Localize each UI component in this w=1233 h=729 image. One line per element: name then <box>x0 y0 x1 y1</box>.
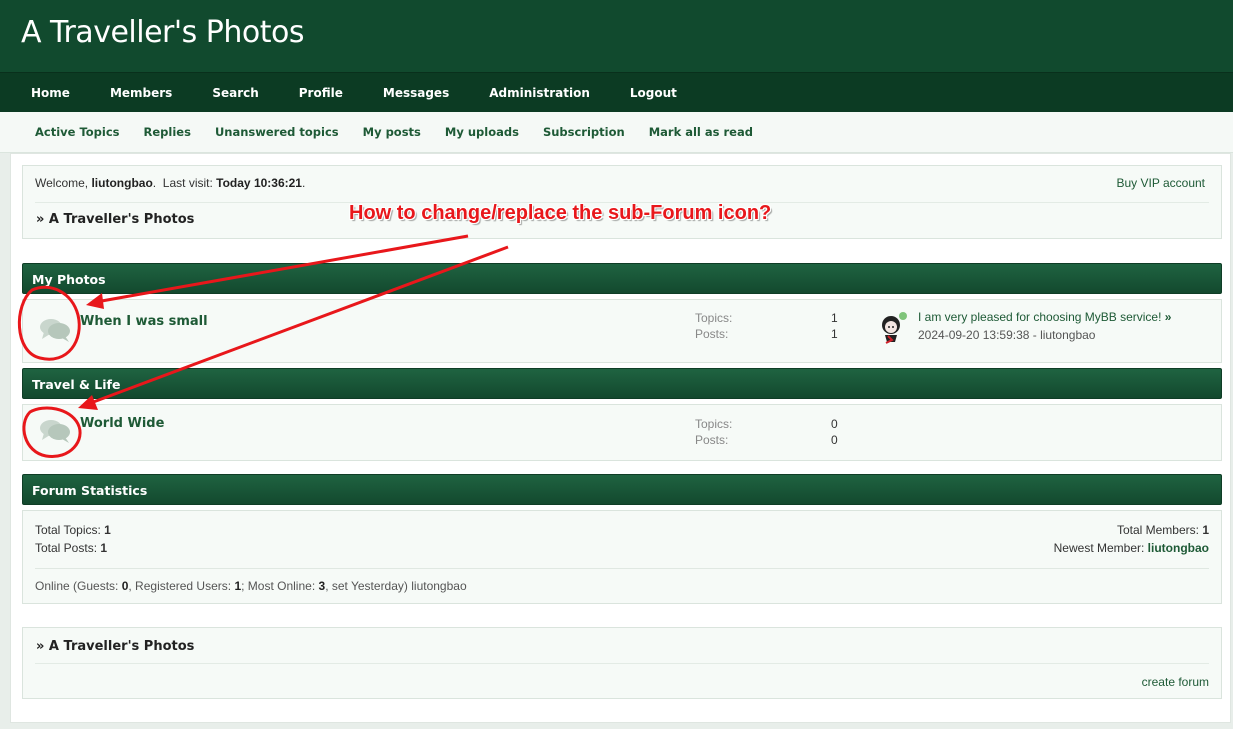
topics-label: Topics: <box>695 311 733 325</box>
main-nav: Home Members Search Profile Messages Adm… <box>0 72 1233 112</box>
newest-member-label: Newest Member: <box>1053 541 1148 555</box>
newest-member: Newest Member: liutongbao <box>1054 541 1209 555</box>
statistics-header: Forum Statistics <box>22 474 1222 505</box>
buy-vip-link[interactable]: Buy VIP account <box>1117 176 1206 190</box>
registered-label: , Registered Users: <box>128 579 235 593</box>
last-post-meta: 2024-09-20 13:59:38 - liutongbao <box>918 328 1096 342</box>
last-visit-label: . Last visit: <box>152 176 217 190</box>
nav-logout[interactable]: Logout <box>630 86 677 100</box>
topics-count: 1 <box>831 311 838 325</box>
last-post: I am very pleased for choosing MyBB serv… <box>918 310 1171 324</box>
online-suffix: , set Yesterday) liutongbao <box>325 579 467 593</box>
divider <box>35 663 1209 664</box>
topics-label: Topics: <box>695 417 733 431</box>
avatar[interactable] <box>878 311 908 345</box>
subnav-my-uploads[interactable]: My uploads <box>445 125 519 139</box>
posts-label: Posts: <box>695 327 729 341</box>
online-users: Online (Guests: 0, Registered Users: 1; … <box>35 579 467 593</box>
subnav-active-topics[interactable]: Active Topics <box>35 125 120 139</box>
forum-name[interactable]: World Wide <box>80 416 164 431</box>
online-prefix: Online (Guests: <box>35 579 122 593</box>
most-online-label: ; Most Online: <box>241 579 319 593</box>
footer-panel: » A Traveller's Photos create forum <box>22 627 1222 699</box>
subnav-my-posts[interactable]: My posts <box>363 125 421 139</box>
welcome-prefix: Welcome, <box>35 176 92 190</box>
forum-row-when-i-was-small: When I was small Topics: 1 Posts: 1 I am… <box>22 299 1222 363</box>
category-header-my-photos[interactable]: My Photos <box>22 263 1222 294</box>
total-posts-label: Total Posts: <box>35 541 101 555</box>
main-container: Welcome, liutongbao. Last visit: Today 1… <box>10 153 1231 723</box>
subnav-replies[interactable]: Replies <box>144 125 191 139</box>
total-topics: Total Topics: 1 <box>35 523 111 537</box>
site-title[interactable]: A Traveller's Photos <box>21 15 304 50</box>
sub-nav: Active Topics Replies Unanswered topics … <box>0 112 1233 153</box>
category-header-travel-life[interactable]: Travel & Life <box>22 368 1222 399</box>
total-topics-label: Total Topics: <box>35 523 105 537</box>
welcome-username[interactable]: liutongbao <box>91 176 152 190</box>
last-visit-value: Today 10:36:21 <box>216 176 302 190</box>
total-members: Total Members: 1 <box>1117 523 1209 537</box>
annotation-text: How to change/replace the sub-Forum icon… <box>349 202 772 224</box>
footer-breadcrumb[interactable]: » A Traveller's Photos <box>36 639 194 654</box>
nav-search[interactable]: Search <box>212 86 258 100</box>
forum-chat-icon[interactable] <box>38 416 74 446</box>
create-forum-link[interactable]: create forum <box>1142 675 1209 689</box>
total-posts-value: 1 <box>100 541 108 555</box>
total-posts: Total Posts: 1 <box>35 541 107 555</box>
site-header: A Traveller's Photos <box>0 0 1233 72</box>
newest-member-link[interactable]: liutongbao <box>1148 541 1209 555</box>
statistics-panel: Total Topics: 1 Total Posts: 1 Total Mem… <box>22 510 1222 604</box>
subnav-unanswered-topics[interactable]: Unanswered topics <box>215 125 339 139</box>
last-post-link[interactable]: I am very pleased for choosing MyBB serv… <box>918 310 1161 324</box>
nav-members[interactable]: Members <box>110 86 172 100</box>
posts-count: 0 <box>831 433 838 447</box>
forum-chat-icon[interactable] <box>38 315 74 345</box>
total-members-label: Total Members: <box>1116 523 1203 537</box>
last-post-arrow[interactable]: » <box>1165 310 1172 324</box>
forum-row-world-wide: World Wide Topics: 0 Posts: 0 <box>22 404 1222 461</box>
topics-count: 0 <box>831 417 838 431</box>
nav-profile[interactable]: Profile <box>299 86 343 100</box>
forum-name[interactable]: When I was small <box>80 314 208 329</box>
total-members-value: 1 <box>1202 523 1209 537</box>
divider <box>35 568 1209 569</box>
welcome-text: Welcome, liutongbao. Last visit: Today 1… <box>35 176 305 190</box>
nav-messages[interactable]: Messages <box>383 86 449 100</box>
posts-count: 1 <box>831 327 838 341</box>
subnav-mark-all-read[interactable]: Mark all as read <box>649 125 753 139</box>
total-topics-value: 1 <box>104 523 111 537</box>
subnav-subscription[interactable]: Subscription <box>543 125 625 139</box>
breadcrumb[interactable]: » A Traveller's Photos <box>36 212 194 227</box>
nav-home[interactable]: Home <box>31 86 70 100</box>
posts-label: Posts: <box>695 433 729 447</box>
welcome-suffix: . <box>301 176 306 190</box>
nav-administration[interactable]: Administration <box>489 86 590 100</box>
